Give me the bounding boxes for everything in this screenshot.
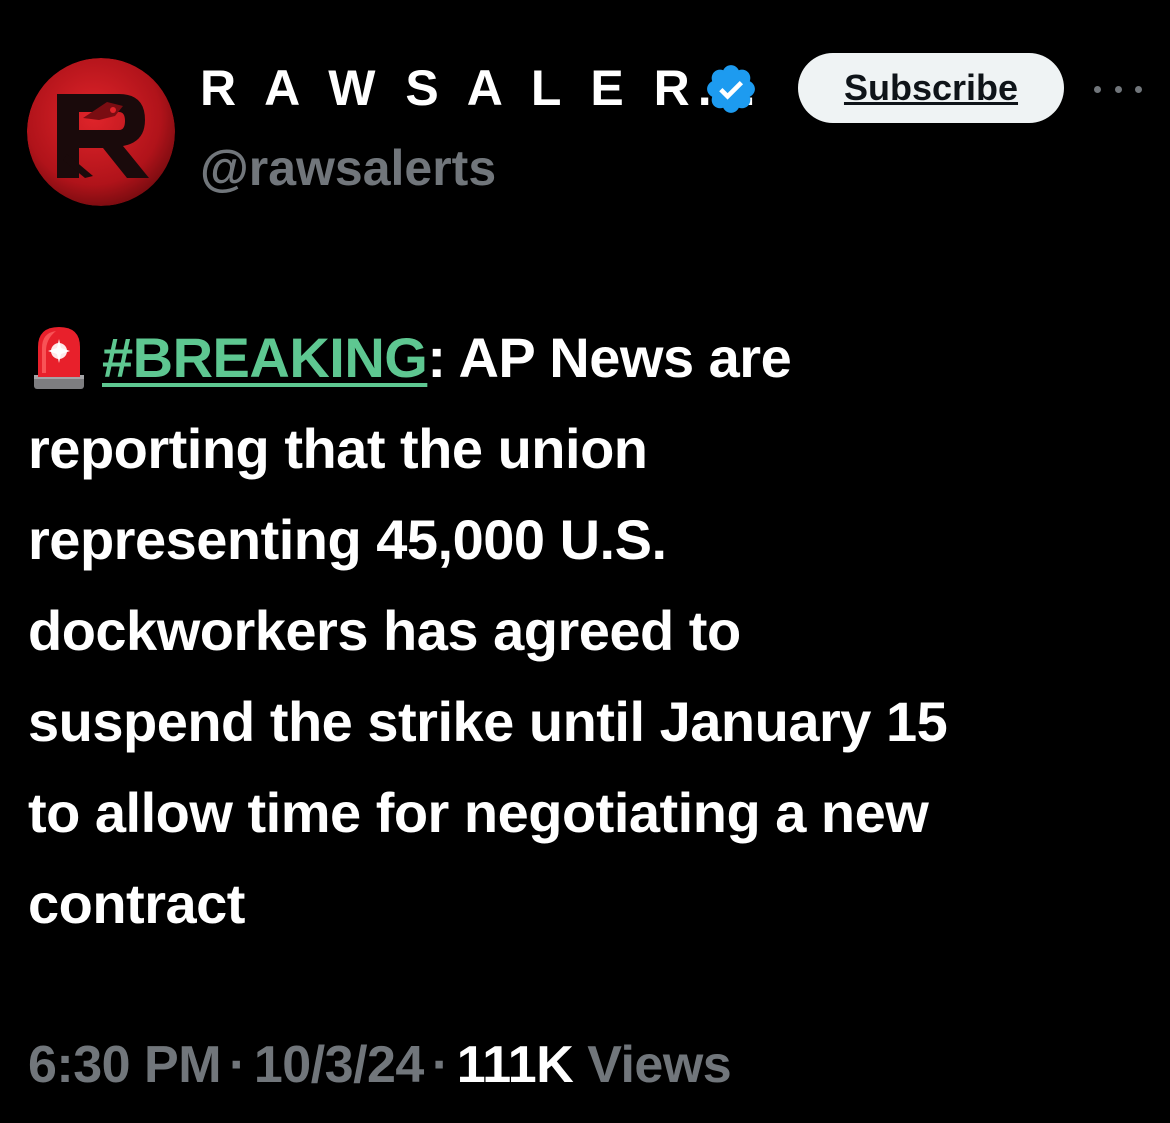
more-dot bbox=[1114, 85, 1122, 93]
verified-badge-icon bbox=[707, 65, 755, 113]
hashtag-breaking-link[interactable]: #BREAKING bbox=[102, 326, 428, 389]
tweet-text-line: representing 45,000 U.S. bbox=[28, 508, 667, 571]
subscribe-button[interactable]: Subscribe bbox=[798, 53, 1064, 123]
meta-separator: · bbox=[431, 1036, 449, 1094]
tweet-text-line: to allow time for negotiating a new bbox=[28, 781, 929, 844]
tweet-text-after-hashtag: : AP News are bbox=[427, 326, 792, 389]
avatar[interactable] bbox=[27, 58, 175, 206]
more-dot bbox=[1094, 85, 1101, 93]
tweet-text-line: suspend the strike until January 15 bbox=[28, 690, 948, 753]
tweet-text-line: dockworkers has agreed to bbox=[28, 599, 741, 662]
police-siren-icon bbox=[34, 327, 84, 389]
author-display-name[interactable]: R A W S A L E R... bbox=[200, 58, 763, 118]
tweet-card: R A W S A L E R... @rawsalerts Subscribe… bbox=[0, 0, 1170, 1123]
tweet-text-line-first: #BREAKING: AP News are bbox=[28, 312, 1148, 403]
author-handle[interactable]: @rawsalerts bbox=[200, 138, 496, 198]
tweet-text: #BREAKING: AP News are reporting that th… bbox=[28, 312, 1148, 949]
tweet-text-line: contract bbox=[28, 872, 245, 935]
views-label: Views bbox=[587, 1036, 732, 1094]
tweet-time[interactable]: 6:30 PM bbox=[28, 1036, 222, 1094]
tweet-date[interactable]: 10/3/24 bbox=[254, 1036, 425, 1094]
meta-separator: · bbox=[229, 1036, 246, 1094]
tweet-meta: 6:30 PM · 10/3/24 · 111K Views bbox=[28, 1030, 732, 1100]
views-count: 111K bbox=[456, 1036, 574, 1094]
raws-eagle-logo-icon bbox=[27, 58, 175, 206]
more-dot bbox=[1135, 85, 1142, 93]
tweet-text-line: reporting that the union bbox=[28, 417, 648, 480]
more-dots-icon[interactable] bbox=[1094, 74, 1142, 104]
